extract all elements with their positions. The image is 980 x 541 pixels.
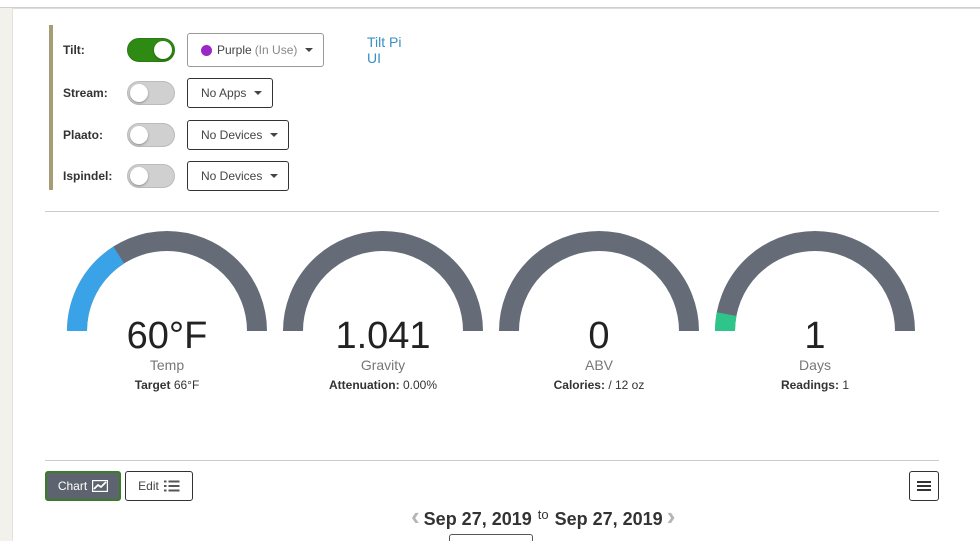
- temp-gauge: 60°F Temp Target 66°F: [67, 231, 267, 392]
- abv-gauge: 0 ABV Calories: / 12 oz: [499, 231, 699, 392]
- days-gauge: 1 Days Readings: 1: [715, 231, 915, 392]
- section-divider: [45, 211, 939, 212]
- gravity-gauge: 1.041 Gravity Attenuation: 0.00%: [283, 231, 483, 392]
- dropdown-value: No Apps: [201, 86, 247, 100]
- sub-label: Calories:: [553, 378, 605, 392]
- gauge-sub: Readings: 1: [715, 378, 915, 392]
- gauge-label: ABV: [584, 357, 613, 373]
- gauge-value: 0: [588, 315, 610, 357]
- gauge-value: 1: [804, 315, 826, 357]
- hamburger-menu-button[interactable]: [909, 471, 939, 501]
- gauge-sub: Target 66°F: [67, 378, 267, 392]
- start-date[interactable]: Sep 27, 2019: [424, 509, 532, 530]
- plaato-devices-dropdown[interactable]: No Devices: [187, 120, 290, 150]
- device-row-tilt: Tilt: Purple (In Use) Tilt Pi UI: [53, 33, 413, 67]
- device-label: Ispindel:: [63, 169, 113, 183]
- tilt-pi-ui-link[interactable]: Tilt Pi UI: [367, 34, 413, 66]
- device-row-stream: Stream: No Apps: [53, 76, 413, 110]
- caret-down-icon: [254, 91, 263, 95]
- caret-down-icon: [270, 133, 279, 137]
- sub-value: 66°F: [173, 378, 200, 392]
- device-label: Tilt:: [63, 43, 85, 57]
- ispindel-devices-dropdown[interactable]: No Devices: [187, 161, 290, 191]
- device-panel: Tilt: Purple (In Use) Tilt Pi UI Stream:…: [49, 25, 409, 191]
- toggle-knob: [154, 41, 172, 59]
- gauge-value: 60°F: [126, 315, 208, 357]
- gauge-sub: Calories: / 12 oz: [499, 378, 699, 392]
- toggle-knob: [130, 84, 148, 102]
- line-chart-icon: [92, 480, 109, 492]
- section-divider: [45, 460, 939, 461]
- gauge-value: 1.041: [335, 315, 431, 357]
- gauge-sub: Attenuation: 0.00%: [283, 378, 483, 392]
- sub-label: Target: [134, 378, 171, 392]
- sub-value: 1: [842, 378, 850, 392]
- toggle-knob: [130, 167, 148, 185]
- plaato-toggle[interactable]: [127, 123, 175, 147]
- toggle-knob: [130, 126, 148, 144]
- device-row-plaato: Plaato: No Devices: [53, 118, 413, 152]
- gauge-label: Days: [799, 357, 831, 373]
- hamburger-icon: [917, 481, 931, 491]
- device-label: Stream:: [63, 86, 108, 100]
- date-range: ‹ Sep 27, 2019 to Sep 27, 2019 ›: [411, 503, 676, 530]
- list-icon: [163, 480, 180, 492]
- sub-value: / 12 oz: [608, 378, 645, 392]
- edit-button[interactable]: Edit: [125, 471, 193, 501]
- chevron-left-icon[interactable]: ‹: [411, 503, 420, 529]
- dropdown-value: Purple: [217, 43, 252, 57]
- chart-button[interactable]: Chart: [45, 471, 121, 501]
- dropdown-value: No Devices: [201, 128, 263, 142]
- dropdown-value: No Devices: [201, 169, 263, 183]
- top-border: [0, 0, 980, 8]
- partial-control[interactable]: [449, 534, 533, 541]
- end-date[interactable]: Sep 27, 2019: [555, 509, 663, 530]
- tilt-color-dropdown[interactable]: Purple (In Use): [187, 33, 325, 67]
- edit-button-label: Edit: [138, 479, 159, 493]
- sub-value: 0.00%: [402, 378, 438, 392]
- purple-dot-icon: [201, 44, 212, 56]
- stream-toggle[interactable]: [127, 81, 175, 105]
- gauge-label: Gravity: [360, 357, 406, 373]
- caret-down-icon: [305, 48, 314, 52]
- device-label: Plaato:: [63, 128, 104, 142]
- stream-apps-dropdown[interactable]: No Apps: [187, 78, 274, 108]
- tilt-toggle[interactable]: [127, 38, 175, 62]
- ispindel-toggle[interactable]: [127, 164, 175, 188]
- chevron-right-icon[interactable]: ›: [667, 503, 676, 529]
- main-panel: Tilt: Purple (In Use) Tilt Pi UI Stream:…: [12, 8, 980, 541]
- device-row-ispindel: Ispindel: No Devices: [53, 159, 413, 193]
- caret-down-icon: [270, 174, 279, 178]
- gauge-label: Temp: [149, 357, 185, 373]
- date-range-to: to: [537, 507, 549, 522]
- in-use-note: (In Use): [254, 43, 298, 57]
- sub-label: Attenuation:: [328, 378, 400, 392]
- chart-button-label: Chart: [57, 479, 88, 493]
- sub-label: Readings:: [780, 378, 839, 392]
